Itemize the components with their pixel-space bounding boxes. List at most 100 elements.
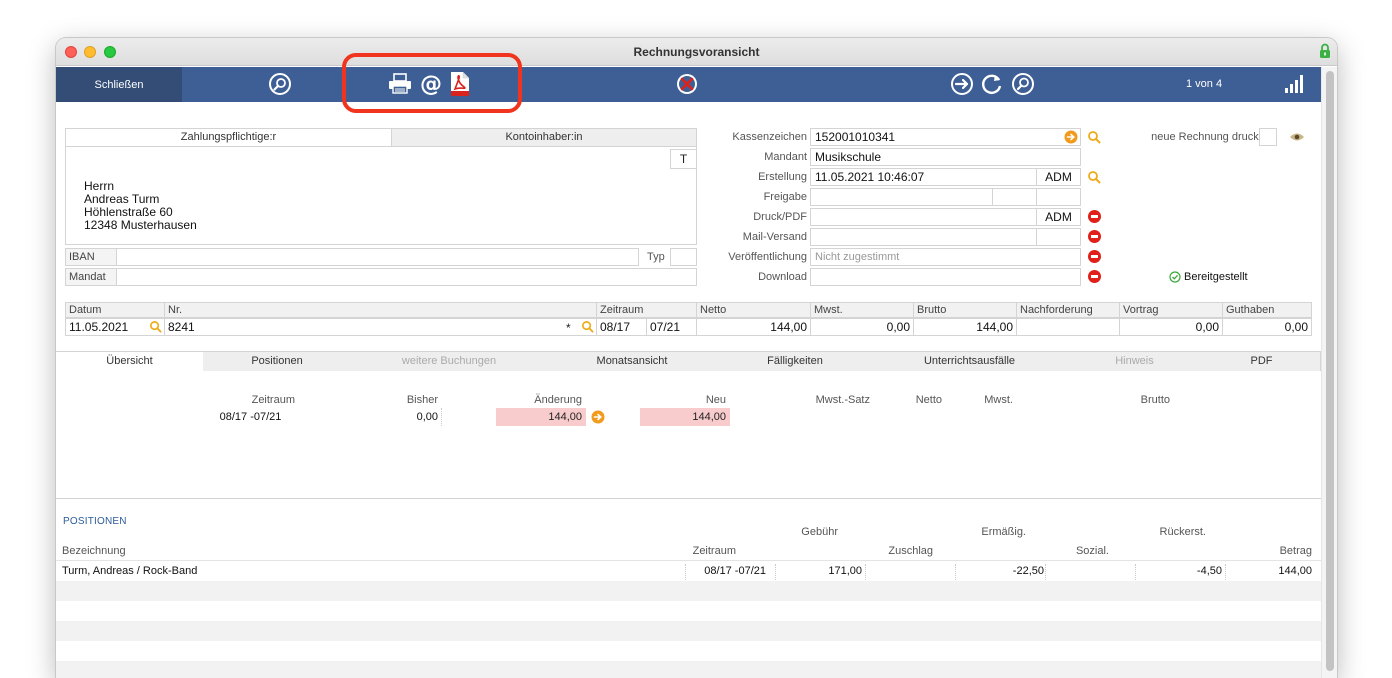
- title-bar: Rechnungsvoransicht: [56, 38, 1337, 66]
- tab-positionen[interactable]: Positionen: [203, 351, 352, 371]
- freigabe-label: Freigabe: [763, 191, 807, 203]
- mandat-field[interactable]: [116, 268, 697, 286]
- tab-uebersicht[interactable]: Übersicht: [56, 351, 204, 371]
- at-mail-icon[interactable]: @: [418, 71, 444, 97]
- pos-header-sozial: Sozial.: [1075, 545, 1109, 557]
- ov-header-zeitraum: Zeitraum: [251, 394, 295, 406]
- ov-bisher: 0,00: [416, 411, 438, 423]
- record-pager: 1 von 4: [1186, 78, 1223, 90]
- typ-label: Typ: [647, 251, 665, 263]
- druck-label: Druck/PDF: [753, 211, 807, 223]
- sum-header-nachforderung: Nachforderung: [1016, 302, 1120, 318]
- sum-header-guthaben: Guthaben: [1222, 302, 1312, 318]
- empty-row: [56, 621, 1321, 641]
- ov-header-bisher: Bisher: [406, 394, 438, 406]
- sum-brutto: 144,00: [913, 318, 1017, 336]
- remove-mail-icon[interactable]: [1088, 230, 1101, 243]
- sum-guthaben: 0,00: [1222, 318, 1312, 336]
- veroeff-field[interactable]: Nicht zugestimmt: [810, 248, 1081, 266]
- pos-header-ermaessig: Ermäßig.: [981, 526, 1026, 538]
- eye-icon[interactable]: [1289, 132, 1305, 142]
- pdf-icon[interactable]: [450, 71, 470, 97]
- sum-mwst: 0,00: [810, 318, 914, 336]
- ov-zeitraum: 08/17 -07/21: [219, 411, 282, 423]
- arrow-right-orange-icon[interactable]: [591, 410, 605, 424]
- kassenzeichen-field[interactable]: 152001010341: [810, 128, 1081, 146]
- remove-druck-icon[interactable]: [1088, 210, 1101, 223]
- close-button[interactable]: Schließen: [56, 67, 182, 102]
- address-lines: Herrn Andreas Turm Höhlenstraße 60 12348…: [84, 180, 197, 232]
- sum-header-datum: Datum: [65, 302, 165, 318]
- search-icon[interactable]: [1011, 72, 1035, 96]
- mandant-field[interactable]: Musikschule: [810, 148, 1081, 166]
- table-row[interactable]: Turm, Andreas / Rock-Band 08/17 -07/21 1…: [56, 561, 1321, 581]
- magnifier-icon[interactable]: [581, 320, 594, 333]
- mandat-label: Mandat: [65, 268, 117, 286]
- ov-header-mwst: Mwst.: [984, 394, 1013, 406]
- freigabe-field[interactable]: [810, 188, 993, 206]
- magnifier-icon[interactable]: [1087, 170, 1101, 184]
- pos-header-bezeichnung: Bezeichnung: [62, 545, 126, 557]
- pos-rueckerst: -4,50: [1196, 565, 1222, 577]
- iban-field[interactable]: [116, 248, 639, 266]
- mail-field[interactable]: [810, 228, 1037, 246]
- col-separator: [1135, 564, 1136, 580]
- t-button[interactable]: T: [670, 149, 697, 169]
- veroeff-label: Veröffentlichung: [728, 251, 807, 263]
- tab-hinweis[interactable]: Hinweis: [1066, 351, 1204, 371]
- pos-betrag: 144,00: [1278, 565, 1312, 577]
- ov-separator: [441, 408, 442, 426]
- col-separator: [775, 564, 776, 580]
- refresh-icon[interactable]: [980, 72, 1004, 96]
- tab-monatsansicht[interactable]: Monatsansicht: [547, 351, 718, 371]
- neue-rechnung-checkbox[interactable]: [1259, 128, 1277, 146]
- remove-veroeff-icon[interactable]: [1088, 250, 1101, 263]
- cancel-invoice-icon[interactable]: [675, 72, 699, 96]
- tab-weitere-buchungen[interactable]: weitere Buchungen: [351, 351, 548, 371]
- erstellung-label: Erstellung: [758, 171, 807, 183]
- printer-icon[interactable]: [388, 73, 412, 95]
- iban-label: IBAN: [65, 248, 117, 266]
- address-line: 12348 Musterhausen: [84, 218, 197, 232]
- ov-header-mwst-satz: Mwst.-Satz: [815, 394, 870, 406]
- col-separator: [955, 564, 956, 580]
- tab-pdf[interactable]: PDF: [1203, 351, 1321, 371]
- remove-download-icon[interactable]: [1088, 270, 1101, 283]
- sum-nr[interactable]: 8241: [164, 318, 597, 336]
- magnifier-icon[interactable]: [1087, 130, 1101, 144]
- sum-zeitraum-from[interactable]: 08/17: [596, 318, 647, 336]
- pos-header-zeitraum: Zeitraum: [692, 545, 736, 557]
- invoice-preview-window: Rechnungsvoransicht Schließen @ 1 von 4 …: [56, 38, 1337, 678]
- pos-ermaessig: -22,50: [1012, 565, 1044, 577]
- typ-field[interactable]: [670, 248, 697, 266]
- tab-unterrichtsausfaelle[interactable]: Unterrichtsausfälle: [873, 351, 1067, 371]
- tab-faelligkeiten[interactable]: Fälligkeiten: [717, 351, 874, 371]
- signal-bars-icon[interactable]: [1284, 74, 1304, 94]
- download-field[interactable]: [810, 268, 1081, 286]
- ov-header-netto: Netto: [915, 394, 942, 406]
- sum-header-netto: Netto: [696, 302, 811, 318]
- freigabe-user: [992, 188, 1037, 206]
- magnifier-icon[interactable]: [149, 320, 162, 333]
- vertical-scrollbar[interactable]: [1321, 67, 1337, 678]
- tab-payer[interactable]: Zahlungspflichtige:r: [65, 128, 392, 147]
- erstellung-field[interactable]: 11.05.2021 10:46:07: [810, 168, 1037, 186]
- druck-field[interactable]: [810, 208, 1037, 226]
- settings-icon[interactable]: [268, 72, 292, 96]
- mail-label: Mail-Versand: [742, 231, 807, 243]
- sum-header-nr: Nr.: [164, 302, 597, 318]
- sum-zeitraum-to[interactable]: 07/21: [646, 318, 697, 336]
- empty-row: [56, 661, 1321, 678]
- scrollbar-thumb[interactable]: [1326, 71, 1334, 671]
- arrow-right-orange-icon[interactable]: [1064, 130, 1078, 144]
- pos-bezeichnung: Turm, Andreas / Rock-Band: [62, 565, 198, 577]
- erstellung-user: ADM: [1036, 168, 1081, 186]
- arrow-right-icon[interactable]: [950, 72, 974, 96]
- sum-netto: 144,00: [696, 318, 811, 336]
- col-separator: [865, 564, 866, 580]
- address-box[interactable]: T Herrn Andreas Turm Höhlenstraße 60 123…: [65, 146, 697, 245]
- sum-header-brutto: Brutto: [913, 302, 1017, 318]
- tab-account-holder[interactable]: Kontoinhaber:in: [391, 128, 697, 147]
- pos-header-gebuehr: Gebühr: [801, 526, 838, 538]
- sum-header-zeitraum: Zeitraum: [596, 302, 697, 318]
